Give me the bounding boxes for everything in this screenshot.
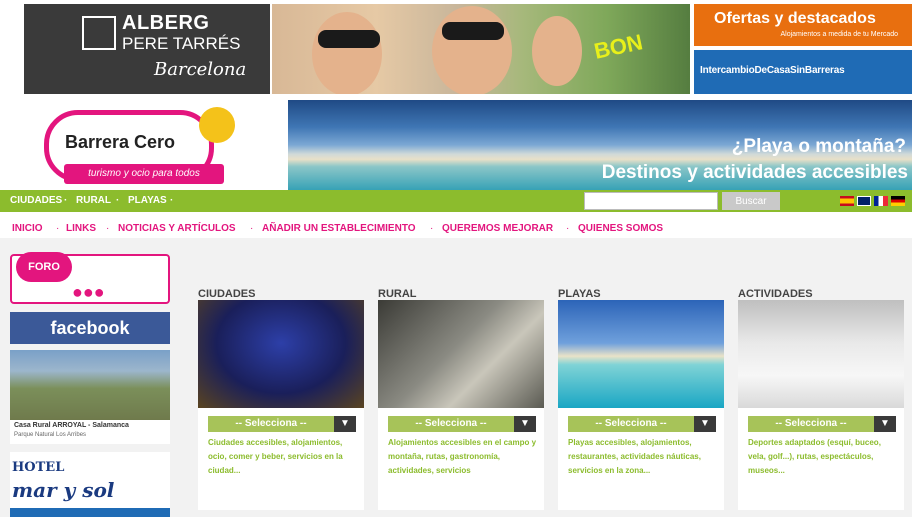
logo-title: Barrera Cero	[65, 132, 176, 152]
chevron-down-icon: ▼	[514, 416, 536, 432]
select-value: -- Selecciona --	[208, 416, 334, 432]
category-title-ciudades: CIUDADES	[198, 288, 256, 300]
beach-banner: ¿Playa o montaña? Destinos y actividades…	[288, 100, 912, 190]
chevron-down-icon: ▼	[694, 416, 716, 432]
arroyal-title: Casa Rural ARROYAL - Salamanca	[14, 422, 129, 429]
search-input[interactable]	[584, 192, 718, 210]
nav-inicio[interactable]: INICIO	[12, 223, 43, 234]
select-value: -- Selecciona --	[388, 416, 514, 432]
marysol-hotel: HOTEL	[12, 460, 65, 475]
nav-playas[interactable]: PLAYAS	[128, 195, 167, 206]
facebook-button[interactable]: facebook	[10, 312, 170, 344]
photo-face	[312, 12, 382, 94]
actividades-description: Deportes adaptados (esquí, buceo, vela, …	[748, 438, 881, 475]
bon-ad-banner[interactable]: BON	[272, 4, 690, 94]
offers-title: Ofertas y destacados	[714, 10, 876, 27]
alberg-line3: Barcelona	[154, 59, 247, 80]
flag-fr-icon[interactable]	[874, 196, 888, 206]
actividades-select[interactable]: -- Selecciona -- ▼	[748, 416, 896, 432]
photo-sunglasses	[442, 22, 504, 40]
marysol-ad[interactable]: HOTEL mar y sol	[10, 452, 170, 517]
alberg-line1: ALBERG	[122, 12, 210, 34]
flag-de-icon[interactable]	[891, 196, 905, 206]
nav-noticias[interactable]: NOTICIAS Y ARTÍCULOS	[118, 223, 236, 234]
banner-question: ¿Playa o montaña?	[731, 136, 906, 157]
category-card-actividades: -- Selecciona -- ▼ Deportes adaptados (es…	[738, 300, 904, 510]
sun-icon	[199, 107, 235, 143]
foro-label: FORO	[16, 252, 72, 282]
nav-separator: ·	[56, 223, 60, 234]
logo-tagline: turismo y ocio para todos	[64, 164, 224, 184]
nav-separator: ·	[64, 195, 68, 206]
foro-button[interactable]: FORO ●●●	[10, 252, 170, 304]
main-nav: INICIO · LINKS · NOTICIAS Y ARTÍCULOS · …	[0, 220, 912, 238]
alberg-line2: PERE TARRÉS	[122, 34, 241, 53]
nav-separator: ·	[566, 223, 570, 234]
playas-description: Playas accesibles, alojamientos, restaur…	[568, 438, 701, 475]
chevron-down-icon: ▼	[874, 416, 896, 432]
select-value: -- Selecciona --	[748, 416, 874, 432]
nav-ciudades[interactable]: CIUDADES	[10, 195, 62, 206]
category-title-playas: PLAYAS	[558, 288, 601, 300]
nav-quienes-somos[interactable]: QUIENES SOMOS	[578, 223, 663, 234]
ciudades-select[interactable]: -- Selecciona -- ▼	[208, 416, 356, 432]
arroyal-ad[interactable]: Casa Rural ARROYAL - Salamanca Parque Na…	[10, 350, 170, 444]
nav-separator: ·	[430, 223, 434, 234]
ciudades-description: Ciudades accesibles, alojamientos, ocio,…	[208, 438, 343, 475]
arroyal-subtitle: Parque Natural Los Arribes	[14, 432, 87, 438]
category-card-ciudades: -- Selecciona -- ▼ Ciudades accesibles, a…	[198, 300, 364, 510]
nav-separator: ·	[106, 223, 110, 234]
flag-gb-icon[interactable]	[857, 196, 871, 206]
rural-select[interactable]: -- Selecciona -- ▼	[388, 416, 536, 432]
people-icon: ●●●	[72, 282, 105, 302]
nav-rural[interactable]: RURAL	[76, 195, 111, 206]
ciudades-image[interactable]	[198, 300, 364, 408]
bon-logo: BON	[591, 29, 645, 64]
nav-queremos-mejorar[interactable]: QUEREMOS MEJORAR	[442, 223, 553, 234]
nav-links[interactable]: LINKS	[66, 223, 96, 234]
marysol-name: mar y sol	[12, 478, 115, 502]
playas-select[interactable]: -- Selecciona -- ▼	[568, 416, 716, 432]
actividades-image[interactable]	[738, 300, 904, 408]
flag-es-icon[interactable]	[840, 196, 854, 206]
chevron-down-icon: ▼	[334, 416, 356, 432]
photo-sunglasses	[318, 30, 380, 48]
nav-separator: ·	[170, 195, 174, 206]
nav-separator: ·	[250, 223, 254, 234]
nav-anadir[interactable]: AÑADIR UN ESTABLECIMIENTO	[262, 223, 416, 234]
photo-face	[432, 6, 512, 94]
arroyal-photo	[10, 350, 170, 420]
search-button[interactable]: Buscar	[722, 192, 780, 210]
category-title-rural: RURAL	[378, 288, 417, 300]
photo-face	[532, 16, 582, 86]
rural-description: Alojamientos accesibles en el campo y mo…	[388, 438, 537, 475]
offers-button[interactable]: Ofertas y destacados Alojamientos a medi…	[694, 4, 912, 46]
select-value: -- Selecciona --	[568, 416, 694, 432]
site-logo[interactable]: Barrera Cero turismo y ocio para todos	[0, 100, 286, 190]
marysol-strip	[10, 508, 170, 517]
nav-separator: ·	[116, 195, 120, 206]
rural-image[interactable]	[378, 300, 544, 408]
alberg-logo-icon	[82, 16, 116, 50]
top-banner-row: ALBERG PERE TARRÉS Barcelona BON Ofertas…	[0, 0, 912, 100]
exchange-title: IntercambioDeCasaSinBarreras	[700, 65, 845, 76]
house-exchange-ad[interactable]: IntercambioDeCasaSinBarreras	[694, 50, 912, 94]
category-title-actividades: ACTIVIDADES	[738, 288, 813, 300]
banner-subtitle: Destinos y actividades accesibles	[601, 162, 908, 183]
category-card-playas: -- Selecciona -- ▼ Playas accesibles, alo…	[558, 300, 724, 510]
playas-image[interactable]	[558, 300, 724, 408]
offers-subtitle: Alojamientos a medida de tu Mercado	[780, 31, 898, 38]
category-card-rural: -- Selecciona -- ▼ Alojamientos accesible…	[378, 300, 544, 510]
alberg-ad[interactable]: ALBERG PERE TARRÉS Barcelona	[24, 4, 270, 94]
